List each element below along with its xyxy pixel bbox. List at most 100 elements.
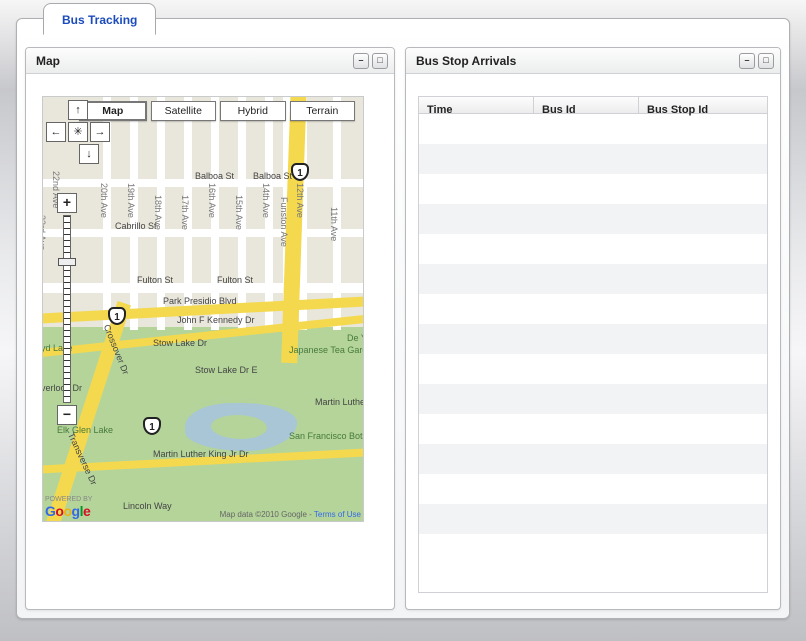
map-powered-by: POWERED BY xyxy=(45,496,92,503)
panel-map-header: Map – □ xyxy=(26,48,394,74)
table-row[interactable] xyxy=(419,114,767,144)
cell-time xyxy=(419,324,534,354)
cell-bus-stop-id xyxy=(639,324,767,354)
cell-time xyxy=(419,114,534,144)
arrivals-grid: Time Bus Id Bus Stop Id xyxy=(418,96,768,593)
cell-time xyxy=(419,174,534,204)
table-row[interactable] xyxy=(419,384,767,414)
map-brand: POWERED BY Google xyxy=(45,496,92,519)
maximize-button[interactable]: □ xyxy=(758,53,774,69)
table-row[interactable] xyxy=(419,474,767,504)
app-shell: Bus Tracking Map – □ xyxy=(16,18,790,619)
cell-bus-id xyxy=(534,354,639,384)
cell-time xyxy=(419,504,534,534)
cell-bus-id xyxy=(534,114,639,144)
cell-bus-id xyxy=(534,384,639,414)
table-row[interactable] xyxy=(419,414,767,444)
cell-bus-stop-id xyxy=(639,294,767,324)
zoom-control: + − xyxy=(57,193,77,425)
zoom-slider-thumb[interactable] xyxy=(58,258,76,266)
col-header-time[interactable]: Time xyxy=(419,97,534,113)
zoom-slider-track[interactable] xyxy=(63,215,71,403)
col-header-bus-stop-id[interactable]: Bus Stop Id xyxy=(639,97,767,113)
pan-home-button[interactable]: ✳ xyxy=(68,122,88,142)
map-copyright: Map data ©2010 Google - Terms of Use xyxy=(220,510,361,519)
table-row[interactable] xyxy=(419,144,767,174)
pan-up-button[interactable]: ↑ xyxy=(68,100,88,120)
table-row[interactable] xyxy=(419,444,767,474)
cell-bus-stop-id xyxy=(639,474,767,504)
map-type-hybrid[interactable]: Hybrid xyxy=(220,101,286,121)
panel-map-tools: – □ xyxy=(353,53,388,69)
cell-bus-id xyxy=(534,234,639,264)
cell-bus-id xyxy=(534,204,639,234)
minimize-button[interactable]: – xyxy=(739,53,755,69)
terms-of-use-link[interactable]: Terms of Use xyxy=(314,510,361,519)
cell-bus-id xyxy=(534,174,639,204)
map-type-terrain[interactable]: Terrain xyxy=(290,101,356,121)
content-area: Map – □ xyxy=(25,47,781,610)
cell-time xyxy=(419,384,534,414)
zoom-out-button[interactable]: − xyxy=(57,405,77,425)
cell-bus-stop-id xyxy=(639,414,767,444)
cell-bus-stop-id xyxy=(639,264,767,294)
cell-time xyxy=(419,234,534,264)
map-viewport[interactable]: 1 1 1 Balboa St Balboa St Cabrillo St Fu… xyxy=(42,96,364,522)
pan-left-button[interactable]: ← xyxy=(46,122,66,142)
panel-arrivals: Bus Stop Arrivals – □ Time Bus Id Bus St… xyxy=(405,47,781,610)
cell-time xyxy=(419,294,534,324)
cell-bus-stop-id xyxy=(639,384,767,414)
table-row[interactable] xyxy=(419,324,767,354)
google-logo-icon: Google xyxy=(45,503,90,519)
table-row[interactable] xyxy=(419,174,767,204)
map-attribution: POWERED BY Google Map data ©2010 Google … xyxy=(45,496,361,519)
cell-time xyxy=(419,444,534,474)
cell-bus-id xyxy=(534,264,639,294)
cell-bus-id xyxy=(534,144,639,174)
cell-bus-stop-id xyxy=(639,144,767,174)
table-row[interactable] xyxy=(419,204,767,234)
cell-bus-stop-id xyxy=(639,204,767,234)
table-row[interactable] xyxy=(419,354,767,384)
col-header-bus-id[interactable]: Bus Id xyxy=(534,97,639,113)
pan-right-button[interactable]: → xyxy=(90,122,110,142)
map-type-map[interactable]: Map xyxy=(79,101,147,121)
panel-arrivals-body: Time Bus Id Bus Stop Id xyxy=(406,74,780,609)
table-row[interactable] xyxy=(419,504,767,534)
cell-time xyxy=(419,204,534,234)
cell-bus-stop-id xyxy=(639,174,767,204)
maximize-button[interactable]: □ xyxy=(372,53,388,69)
cell-time xyxy=(419,414,534,444)
panel-arrivals-header: Bus Stop Arrivals – □ xyxy=(406,48,780,74)
minimize-button[interactable]: – xyxy=(353,53,369,69)
table-row[interactable] xyxy=(419,264,767,294)
cell-bus-id xyxy=(534,504,639,534)
pan-control: ← ✳ → ↓ ↑ xyxy=(45,121,111,165)
cell-bus-id xyxy=(534,474,639,504)
cell-bus-id xyxy=(534,414,639,444)
cell-bus-stop-id xyxy=(639,354,767,384)
panel-arrivals-tools: – □ xyxy=(739,53,774,69)
zoom-in-button[interactable]: + xyxy=(57,193,77,213)
table-row[interactable] xyxy=(419,234,767,264)
panel-arrivals-title: Bus Stop Arrivals xyxy=(416,54,516,68)
cell-bus-stop-id xyxy=(639,234,767,264)
cell-time xyxy=(419,264,534,294)
map-type-bar: Map Satellite Hybrid Terrain xyxy=(79,101,355,121)
cell-time xyxy=(419,474,534,504)
map-type-satellite[interactable]: Satellite xyxy=(151,101,217,121)
map-lake-island xyxy=(211,415,267,439)
cell-bus-stop-id xyxy=(639,114,767,144)
tab-bus-tracking[interactable]: Bus Tracking xyxy=(43,3,156,35)
panel-map: Map – □ xyxy=(25,47,395,610)
cell-bus-id xyxy=(534,324,639,354)
panel-map-body: 1 1 1 Balboa St Balboa St Cabrillo St Fu… xyxy=(26,74,394,609)
panel-map-title: Map xyxy=(36,54,60,68)
cell-bus-stop-id xyxy=(639,444,767,474)
arrivals-grid-body[interactable] xyxy=(419,114,767,592)
cell-bus-id xyxy=(534,294,639,324)
cell-time xyxy=(419,144,534,174)
cell-time xyxy=(419,354,534,384)
pan-down-button[interactable]: ↓ xyxy=(79,144,99,164)
table-row[interactable] xyxy=(419,294,767,324)
